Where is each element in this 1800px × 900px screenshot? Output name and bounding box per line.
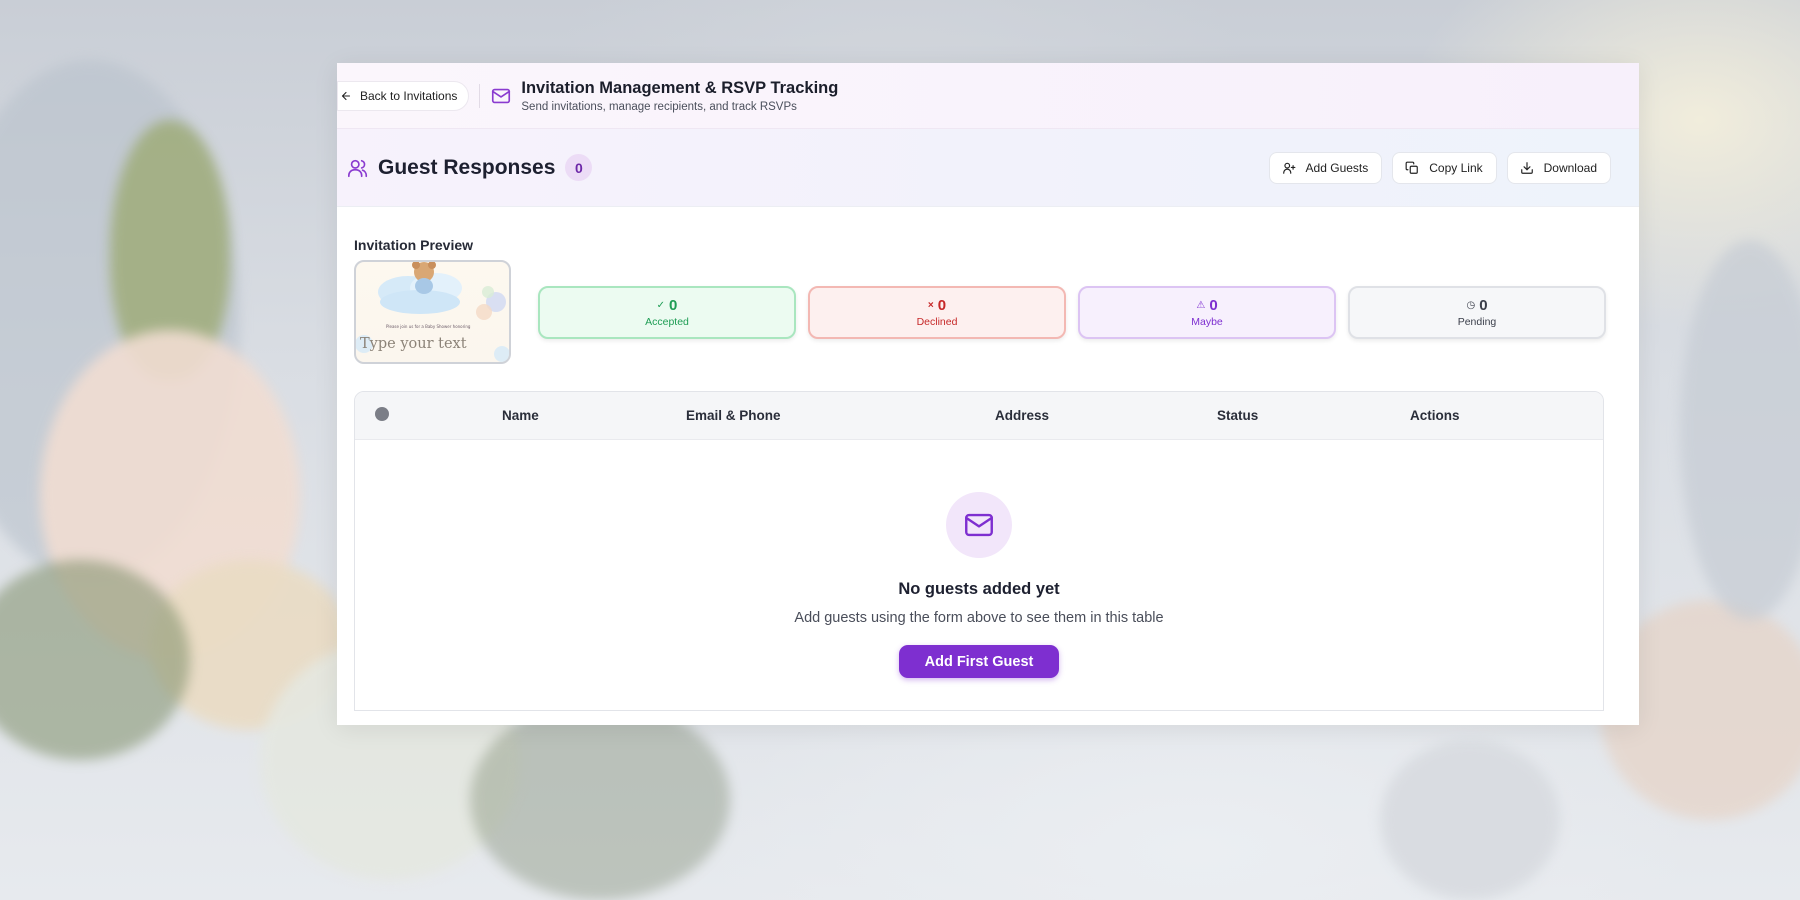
users-icon bbox=[348, 159, 368, 177]
declined-label: Declined bbox=[916, 315, 958, 328]
add-guests-button[interactable]: Add Guests bbox=[1268, 151, 1383, 184]
empty-state-icon-circle bbox=[946, 492, 1012, 558]
add-guests-label: Add Guests bbox=[1305, 160, 1369, 175]
clock-icon: ◷ bbox=[1466, 299, 1476, 311]
add-first-guest-button[interactable]: Add First Guest bbox=[898, 645, 1060, 678]
top-bar: Back to Invitations Invitation Managemen… bbox=[337, 63, 1639, 129]
mail-icon bbox=[965, 513, 993, 537]
column-header-address[interactable]: Address bbox=[995, 408, 1049, 423]
back-button-label: Back to Invitations bbox=[360, 88, 458, 103]
download-label: Download bbox=[1543, 160, 1597, 175]
mail-icon bbox=[492, 88, 511, 103]
guest-table: Name Email & Phone Address Status Action… bbox=[354, 391, 1604, 711]
stat-maybe: ⚠ 0 Maybe bbox=[1078, 285, 1336, 339]
maybe-label: Maybe bbox=[1191, 315, 1223, 328]
download-button[interactable]: Download bbox=[1506, 151, 1611, 184]
pending-label: Pending bbox=[1457, 315, 1497, 328]
page-title: Invitation Management & RSVP Tracking bbox=[521, 78, 839, 97]
guest-responses-title: Guest Responses bbox=[378, 155, 556, 179]
stat-accepted: ✓ 0 Accepted bbox=[538, 285, 796, 339]
invitation-preview-label: Invitation Preview bbox=[354, 237, 474, 253]
column-header-name[interactable]: Name bbox=[502, 408, 539, 423]
rsvp-stats: ✓ 0 Accepted × 0 Declined ⚠ 0 Maybe ◷ 0 Pend… bbox=[538, 285, 1606, 339]
header-actions: Add Guests Copy Link Download bbox=[1268, 151, 1611, 184]
column-header-status[interactable]: Status bbox=[1217, 408, 1258, 423]
table-header: Name Email & Phone Address Status Action… bbox=[355, 392, 1603, 440]
main-content: Invitation Preview Please join us for a … bbox=[337, 237, 1639, 711]
invitation-text-placeholder[interactable]: Type your text bbox=[360, 336, 467, 352]
copy-icon bbox=[1405, 161, 1419, 174]
x-icon: × bbox=[927, 299, 934, 311]
empty-state-title: No guests added yet bbox=[898, 580, 1060, 598]
stat-pending: ◷ 0 Pending bbox=[1348, 285, 1606, 339]
declined-count: 0 bbox=[937, 296, 947, 314]
empty-state: No guests added yet Add guests using the… bbox=[355, 492, 1603, 678]
app-window: Back to Invitations Invitation Managemen… bbox=[337, 63, 1639, 725]
copy-link-button[interactable]: Copy Link bbox=[1392, 151, 1497, 184]
copy-link-label: Copy Link bbox=[1429, 160, 1483, 175]
back-to-invitations-button[interactable]: Back to Invitations bbox=[337, 80, 470, 111]
invitation-preview-thumbnail[interactable]: Please join us for a Baby Shower honorin… bbox=[354, 260, 511, 364]
empty-state-subtitle: Add guests using the form above to see t… bbox=[794, 610, 1164, 626]
select-all-toggle[interactable] bbox=[375, 407, 389, 421]
check-icon: ✓ bbox=[656, 299, 666, 311]
guest-count-badge: 0 bbox=[565, 154, 593, 181]
user-plus-icon bbox=[1282, 162, 1295, 174]
stat-declined: × 0 Declined bbox=[808, 285, 1066, 339]
guest-responses-header: Guest Responses 0 Add Guests Copy Link D… bbox=[337, 129, 1639, 207]
accepted-label: Accepted bbox=[645, 315, 689, 328]
alert-triangle-icon: ⚠ bbox=[1196, 299, 1206, 311]
page-subtitle: Send invitations, manage recipients, and… bbox=[521, 100, 797, 113]
accepted-count: 0 bbox=[669, 296, 678, 314]
invitation-card-text: Please join us for a Baby Shower honorin… bbox=[386, 324, 471, 329]
column-header-actions: Actions bbox=[1410, 408, 1460, 423]
pending-count: 0 bbox=[1479, 296, 1488, 314]
divider bbox=[479, 83, 481, 108]
maybe-count: 0 bbox=[1209, 296, 1218, 314]
arrow-left-icon bbox=[341, 91, 351, 100]
download-icon bbox=[1520, 161, 1533, 174]
column-header-email-phone[interactable]: Email & Phone bbox=[686, 408, 781, 423]
